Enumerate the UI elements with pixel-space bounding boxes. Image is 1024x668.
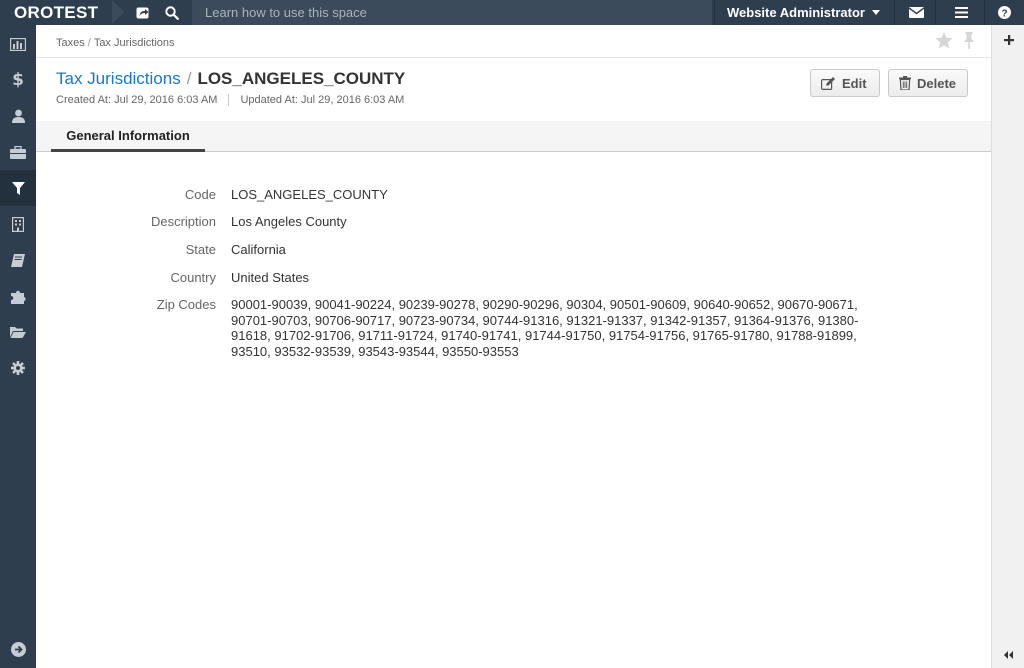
book-icon bbox=[11, 253, 25, 267]
page-title: Tax Jurisdictions / LOS_ANGELES_COUNTY bbox=[56, 69, 405, 89]
parent-entity-link[interactable]: Tax Jurisdictions bbox=[56, 69, 181, 88]
field-value: California bbox=[231, 242, 286, 257]
question-circle-icon: ? bbox=[997, 6, 1011, 19]
created-at: Created At: Jul 29, 2016 6:03 AM bbox=[56, 94, 218, 106]
building-icon bbox=[12, 216, 24, 232]
app-logo[interactable]: OROTEST bbox=[0, 0, 118, 25]
gear-icon bbox=[11, 361, 25, 375]
add-widget-button[interactable] bbox=[992, 29, 1024, 51]
field-label: Zip Codes bbox=[156, 297, 216, 312]
breadcrumb-separator: / bbox=[87, 37, 91, 49]
title-separator: / bbox=[186, 69, 192, 88]
field-label: Country bbox=[170, 270, 216, 285]
delete-button-label: Delete bbox=[917, 75, 957, 91]
field-value: LOS_ANGELES_COUNTY bbox=[231, 187, 388, 202]
puzzle-icon bbox=[10, 290, 25, 304]
page-actions bbox=[935, 32, 975, 54]
hamburger-icon bbox=[954, 7, 968, 18]
breadcrumb-bar: Taxes / Tax Jurisdictions bbox=[36, 25, 991, 58]
field-value: United States bbox=[231, 270, 310, 285]
sidebar-item-customers[interactable] bbox=[0, 98, 36, 134]
record-title: LOS_ANGELES_COUNTY bbox=[197, 69, 406, 88]
section-tabs: General Information bbox=[36, 121, 991, 152]
field-label: Code bbox=[184, 187, 216, 202]
plus-icon bbox=[1003, 35, 1014, 45]
topbar-divider bbox=[935, 0, 936, 25]
field-label: State bbox=[185, 242, 216, 257]
delete-button[interactable]: Delete bbox=[888, 69, 968, 97]
sidebar-item-activities[interactable] bbox=[0, 314, 36, 350]
field-label: Description bbox=[150, 214, 216, 229]
topbar-divider bbox=[894, 0, 895, 25]
sidebar-item-integrations[interactable] bbox=[0, 278, 36, 314]
search-button[interactable] bbox=[158, 0, 186, 25]
sidebar-item-products[interactable] bbox=[0, 134, 36, 170]
pin-icon bbox=[964, 32, 974, 49]
sidebar-item-system[interactable] bbox=[0, 350, 36, 386]
share-arrow-icon bbox=[136, 7, 149, 19]
search-icon bbox=[165, 5, 179, 20]
trash-icon bbox=[899, 76, 911, 90]
tab-general-information[interactable]: General Information bbox=[51, 121, 205, 152]
briefcase-icon bbox=[10, 145, 26, 159]
edit-button-label: Edit bbox=[842, 75, 867, 91]
help-search-placeholder: Learn how to use this space bbox=[205, 5, 367, 20]
main-menu-button[interactable] bbox=[947, 0, 975, 25]
dollar-icon: $ bbox=[12, 70, 24, 90]
envelope-icon bbox=[908, 7, 924, 18]
svg-text:?: ? bbox=[1001, 8, 1007, 19]
sidebar-item-system-entities[interactable] bbox=[0, 206, 36, 242]
sidebar-item-dashboards[interactable] bbox=[0, 26, 36, 62]
caret-down-icon bbox=[872, 10, 880, 15]
pin-button[interactable] bbox=[963, 32, 975, 54]
sidebar-item-content[interactable] bbox=[0, 242, 36, 278]
help-button[interactable]: ? bbox=[990, 0, 1018, 25]
breadcrumb-item-taxes[interactable]: Taxes bbox=[56, 37, 85, 49]
sidebar-item-taxes[interactable] bbox=[0, 170, 36, 206]
top-navigation-bar: OROTEST Learn how to use this space Webs… bbox=[0, 0, 1024, 25]
sidebar-item-sales[interactable]: $ bbox=[0, 62, 36, 98]
field-value: Los Angeles County bbox=[231, 214, 347, 229]
record-meta: Created At: Jul 29, 2016 6:03 AM Updated … bbox=[56, 94, 405, 107]
double-chevron-left-icon bbox=[1004, 651, 1013, 659]
favorite-button[interactable] bbox=[935, 32, 953, 54]
dashboard-icon bbox=[10, 37, 26, 51]
field-value: 90001-90039, 90041-90224, 90239-90278, 9… bbox=[231, 297, 859, 359]
meta-divider bbox=[228, 94, 230, 107]
user-icon bbox=[11, 109, 25, 123]
topbar-divider bbox=[984, 0, 985, 25]
main-sidebar: $ bbox=[0, 25, 36, 668]
folder-open-icon bbox=[10, 327, 26, 338]
updated-at: Updated At: Jul 29, 2016 6:03 AM bbox=[240, 94, 405, 106]
right-panel-strip bbox=[991, 25, 1024, 668]
star-icon bbox=[935, 32, 953, 49]
collapse-panel-button[interactable] bbox=[992, 645, 1024, 665]
edit-button[interactable]: Edit bbox=[810, 69, 880, 97]
user-menu[interactable]: Website Administrator bbox=[714, 0, 894, 25]
logo-arrow-decoration bbox=[112, 0, 124, 24]
expand-sidebar-button[interactable] bbox=[0, 635, 36, 663]
arrow-circle-right-icon bbox=[10, 641, 26, 657]
history-button[interactable] bbox=[129, 0, 157, 25]
edit-icon bbox=[821, 76, 835, 90]
page-header: Tax Jurisdictions / LOS_ANGELES_COUNTY Cre… bbox=[36, 58, 991, 121]
breadcrumb-item-tax-jurisdictions[interactable]: Tax Jurisdictions bbox=[94, 37, 175, 49]
breadcrumb: Taxes / Tax Jurisdictions bbox=[56, 37, 175, 49]
messages-button[interactable] bbox=[902, 0, 930, 25]
filter-icon bbox=[11, 181, 25, 195]
